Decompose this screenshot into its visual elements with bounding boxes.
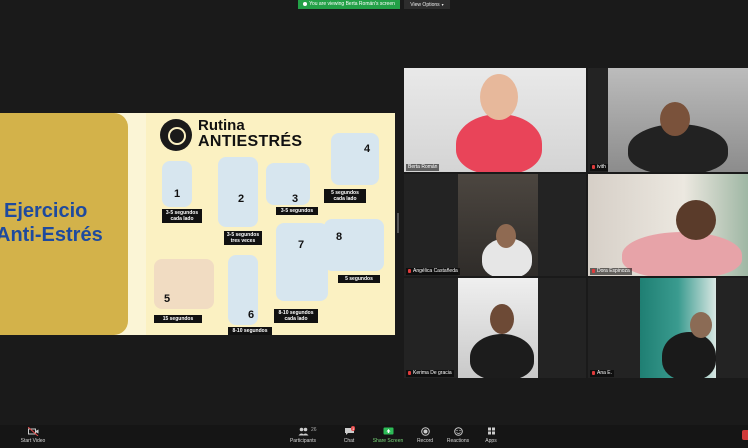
participant-head: [480, 74, 518, 120]
exercise-figure-1: [162, 161, 192, 207]
muted-mic-icon: [592, 164, 595, 169]
participant-body: [662, 332, 716, 378]
step-label: 3-5 segundos: [276, 207, 318, 215]
reactions-button[interactable]: Reactions: [441, 427, 475, 444]
participant-head: [660, 102, 690, 136]
apps-label: Apps: [485, 438, 497, 444]
reactions-label: Reactions: [446, 438, 470, 444]
participant-name-label: Kerima De gracia: [406, 370, 454, 377]
poster-title-line2: ANTIESTRÉS: [198, 133, 303, 150]
step-label: 15 segundos: [154, 315, 202, 323]
step-number: 4: [364, 143, 371, 155]
participants-count: 26: [311, 427, 317, 433]
participant-body: [622, 232, 742, 276]
start-video-button[interactable]: Start Video: [16, 427, 50, 444]
participant-head: [676, 200, 716, 240]
muted-mic-icon: [408, 370, 411, 375]
exercise-figure-4: [331, 133, 379, 185]
step-label: 5 segundos: [338, 275, 380, 283]
step-label: 3-5 segundos cada lado: [162, 209, 202, 223]
step-number: 6: [248, 309, 255, 321]
participant-head: [496, 224, 516, 248]
exercise-figure-3: [266, 163, 310, 205]
apps-button[interactable]: Apps: [474, 427, 508, 444]
exercise-figure-5: [154, 259, 214, 309]
share-screen-label: Share Screen: [372, 438, 404, 444]
muted-mic-icon: [592, 370, 595, 375]
chat-label: Chat: [343, 438, 355, 444]
screen-share-banner[interactable]: You are viewing Berta Román's screen: [298, 0, 400, 9]
exercise-figure-8: [324, 219, 384, 271]
view-options-label: View Options: [410, 2, 440, 8]
exercise-figure-2: [218, 157, 258, 227]
participant-name-label: Angélica Castañeda: [406, 268, 460, 275]
slide-title: Ejercicio Anti-Estrés: [0, 199, 128, 247]
apps-icon: [487, 427, 495, 435]
shared-screen: Ejercicio Anti-Estrés Rutina ANTIESTRÉS …: [0, 113, 395, 335]
participant-body: [456, 114, 542, 172]
meeting-toolbar: Start Video Participants 26 Chat 1 Share…: [0, 425, 748, 448]
video-tile-berta[interactable]: Berta Román: [404, 68, 586, 172]
step-label: 8-10 segundos cada lado: [274, 309, 318, 323]
step-number: 8: [336, 231, 343, 243]
view-options-button[interactable]: View Options ▾: [404, 0, 450, 9]
step-number: 3: [292, 193, 299, 205]
step-number: 5: [164, 293, 171, 305]
share-screen-icon: [383, 427, 393, 435]
muted-mic-icon: [592, 268, 595, 273]
antistress-poster: Rutina ANTIESTRÉS 1 2 3 4 5 6 7 8 3-5 se…: [146, 113, 395, 335]
video-feed: [404, 68, 586, 172]
video-tile-ivith[interactable]: ivith: [588, 68, 748, 172]
poster-title-line1: Rutina: [198, 117, 245, 134]
share-screen-button[interactable]: Share Screen: [371, 427, 405, 444]
participant-name-label: Ana E.: [590, 370, 615, 377]
participant-name-label: Dora Espinoza: [590, 268, 632, 275]
participants-icon: [298, 427, 308, 436]
video-camera-off-icon: [27, 427, 38, 436]
step-number: 1: [174, 188, 181, 200]
participant-name-label: ivith: [590, 164, 608, 171]
participant-head: [490, 304, 514, 334]
video-feed: [588, 174, 748, 276]
step-number: 2: [238, 193, 245, 205]
video-tile-ana[interactable]: Ana E.: [588, 278, 748, 378]
poster-title: Rutina ANTIESTRÉS: [198, 118, 302, 150]
poster-logo-icon: [160, 119, 192, 151]
video-feed: [640, 278, 716, 378]
video-feed: [458, 174, 538, 276]
banner-text: You are viewing Berta Román's screen: [309, 1, 395, 7]
panel-resize-handle[interactable]: [397, 213, 399, 233]
participant-head: [690, 312, 712, 338]
participant-name-label: Berta Román: [406, 164, 440, 171]
step-number: 7: [298, 239, 305, 251]
participant-body: [470, 334, 534, 378]
start-video-label: Start Video: [20, 438, 46, 444]
slide-title-line2: Anti-Estrés: [0, 224, 103, 246]
video-feed: [608, 68, 748, 172]
video-tile-dora[interactable]: Dora Espinoza: [588, 174, 748, 276]
reactions-icon: [453, 427, 463, 436]
video-tile-kerima[interactable]: Kerima De gracia: [404, 278, 586, 378]
record-label: Record: [416, 438, 434, 444]
step-label: 8-10 segundos: [228, 327, 272, 335]
chat-button[interactable]: Chat: [332, 427, 366, 444]
slide-title-line1: Ejercicio: [4, 200, 88, 222]
end-meeting-button[interactable]: [742, 430, 748, 440]
exercise-figure-7: [276, 223, 328, 301]
video-feed: [458, 278, 538, 378]
step-label: 3-5 segundos tres veces: [224, 231, 262, 245]
muted-mic-icon: [408, 268, 411, 273]
step-label: 5 segundos cada lado: [324, 189, 366, 203]
video-tile-angelica[interactable]: Angélica Castañeda: [404, 174, 586, 276]
chevron-down-icon: ▾: [441, 2, 444, 7]
record-icon: [420, 427, 430, 436]
share-indicator-icon: [303, 1, 308, 6]
participants-label: Participants: [289, 438, 317, 444]
record-button[interactable]: Record: [408, 427, 442, 444]
